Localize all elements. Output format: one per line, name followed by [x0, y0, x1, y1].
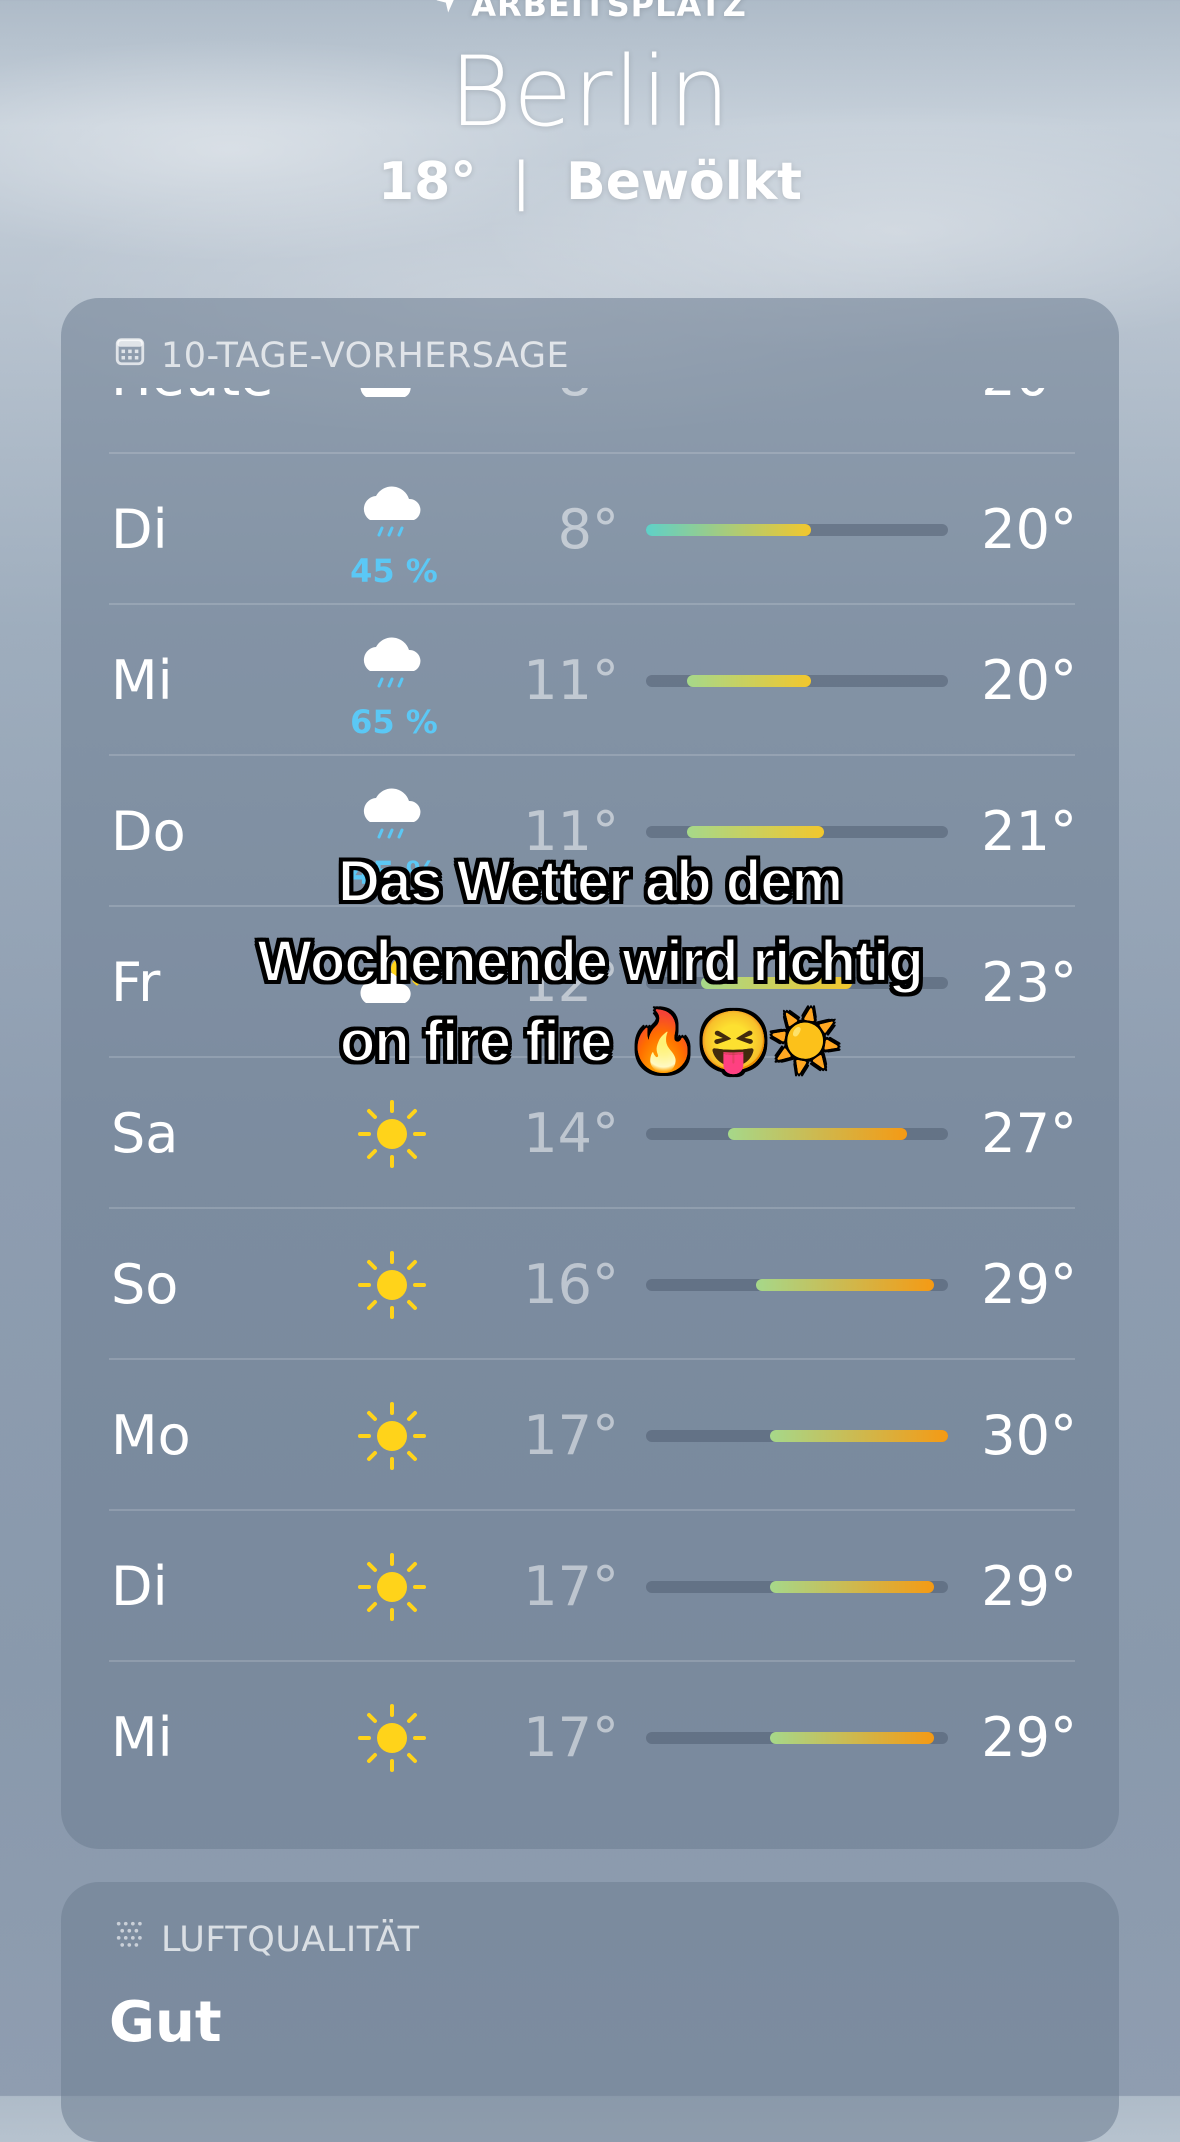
air-quality-icon [113, 1918, 147, 1961]
condition-text: Bewölkt [566, 152, 803, 212]
forecast-day: Mi [111, 649, 173, 712]
sun-icon [352, 1245, 432, 1325]
forecast-day: Mi [111, 1706, 173, 1769]
temperature-range-fill [728, 1128, 907, 1140]
city-name: Berlin [449, 36, 731, 148]
temperature-range-fill [755, 1279, 935, 1291]
current-conditions: 18° | Bewölkt [0, 152, 1180, 212]
forecast-day: Mo [111, 1404, 191, 1467]
temperature-range-bar [646, 1279, 948, 1291]
precipitation-chance: 65 % [350, 703, 438, 741]
air-quality-title-text: LUFTQUALITÄT [161, 1919, 420, 1960]
temperature-range-bar [646, 675, 948, 687]
temperature-range-bar [646, 1732, 948, 1744]
forecast-card-title: 10-TAGE-VORHERSAGE [113, 334, 569, 377]
low-temperature: 8° [557, 498, 619, 561]
conditions-separator: | [512, 152, 530, 212]
forecast-row: Di 17° 29° [109, 1509, 1077, 1662]
caption-line: Wochenende wird richtig [256, 928, 925, 995]
air-quality-card[interactable]: LUFTQUALITÄT Gut [61, 1882, 1119, 2142]
forecast-day: Heute [111, 388, 273, 452]
air-quality-title: LUFTQUALITÄT [113, 1918, 419, 1961]
forecast-row: Mi 65 % 11° 20° [109, 603, 1077, 756]
forecast-rows: Heute8°20°Di45 %8°20°Mi65 %11°20°Do45 %1… [61, 388, 1119, 1849]
forecast-row: Mo 17° 30° [109, 1358, 1077, 1511]
cloud-rain-icon [352, 476, 432, 556]
high-temperature: 20° [927, 388, 1077, 452]
forecast-row: So 16° 29° [109, 1207, 1077, 1360]
temperature-range-bar [646, 826, 948, 838]
forecast-row: Di 45 % 8° 20° [109, 452, 1077, 605]
temperature-range-fill [769, 1581, 935, 1593]
air-quality-value: Gut [109, 1990, 222, 2055]
cloud-rain-icon [352, 627, 432, 707]
temperature-range-fill [687, 826, 825, 838]
temperature-range-fill [769, 1430, 948, 1442]
high-temperature: 20° [981, 649, 1077, 712]
temperature-range-fill [769, 1732, 935, 1744]
high-temperature: 29° [981, 1253, 1077, 1316]
high-temperature: 20° [981, 498, 1077, 561]
sun-icon [352, 1547, 432, 1627]
location-arrow-icon [433, 0, 461, 24]
caption-line: Das Wetter ab dem [337, 848, 844, 915]
location-label-row: ARBEITSPLATZ [0, 0, 1180, 24]
high-temperature: 29° [981, 1706, 1077, 1769]
forecast-day: Di [111, 1555, 168, 1618]
forecast-row: Heute 8° 20° [109, 388, 1077, 452]
low-temperature: 17° [523, 1404, 619, 1467]
low-temperature: 11° [523, 649, 619, 712]
sun-icon [352, 1698, 432, 1778]
high-temperature: 30° [981, 1404, 1077, 1467]
forecast-title-text: 10-TAGE-VORHERSAGE [161, 335, 570, 376]
location-label: ARBEITSPLATZ [471, 0, 747, 24]
low-temperature: 17° [523, 1706, 619, 1769]
forecast-day: So [111, 1253, 179, 1316]
temperature-range-bar [646, 1581, 948, 1593]
sun-icon [352, 1094, 432, 1174]
temperature-range-bar [646, 1430, 948, 1442]
low-temperature: 17° [523, 1555, 619, 1618]
calendar-icon [113, 334, 147, 377]
temperature-range-bar [646, 1128, 948, 1140]
forecast-day: Di [111, 498, 168, 561]
temperature-range-fill [646, 524, 811, 536]
cloud-sun-icon [352, 388, 432, 417]
high-temperature: 29° [981, 1555, 1077, 1618]
video-caption-overlay: Das Wetter ab dem Wochenende wird richti… [150, 842, 1030, 1082]
temperature-range-bar [646, 524, 948, 536]
low-temperature: 8° [489, 388, 619, 452]
precipitation-chance: 45 % [350, 552, 438, 590]
current-temperature: 18° [377, 152, 477, 212]
forecast-row: Mi 17° 29° [109, 1660, 1077, 1813]
temperature-range-fill [687, 675, 811, 687]
caption-line: on fire fire 🔥😝☀️ [339, 1008, 842, 1075]
low-temperature: 16° [523, 1253, 619, 1316]
sun-icon [352, 1396, 432, 1476]
